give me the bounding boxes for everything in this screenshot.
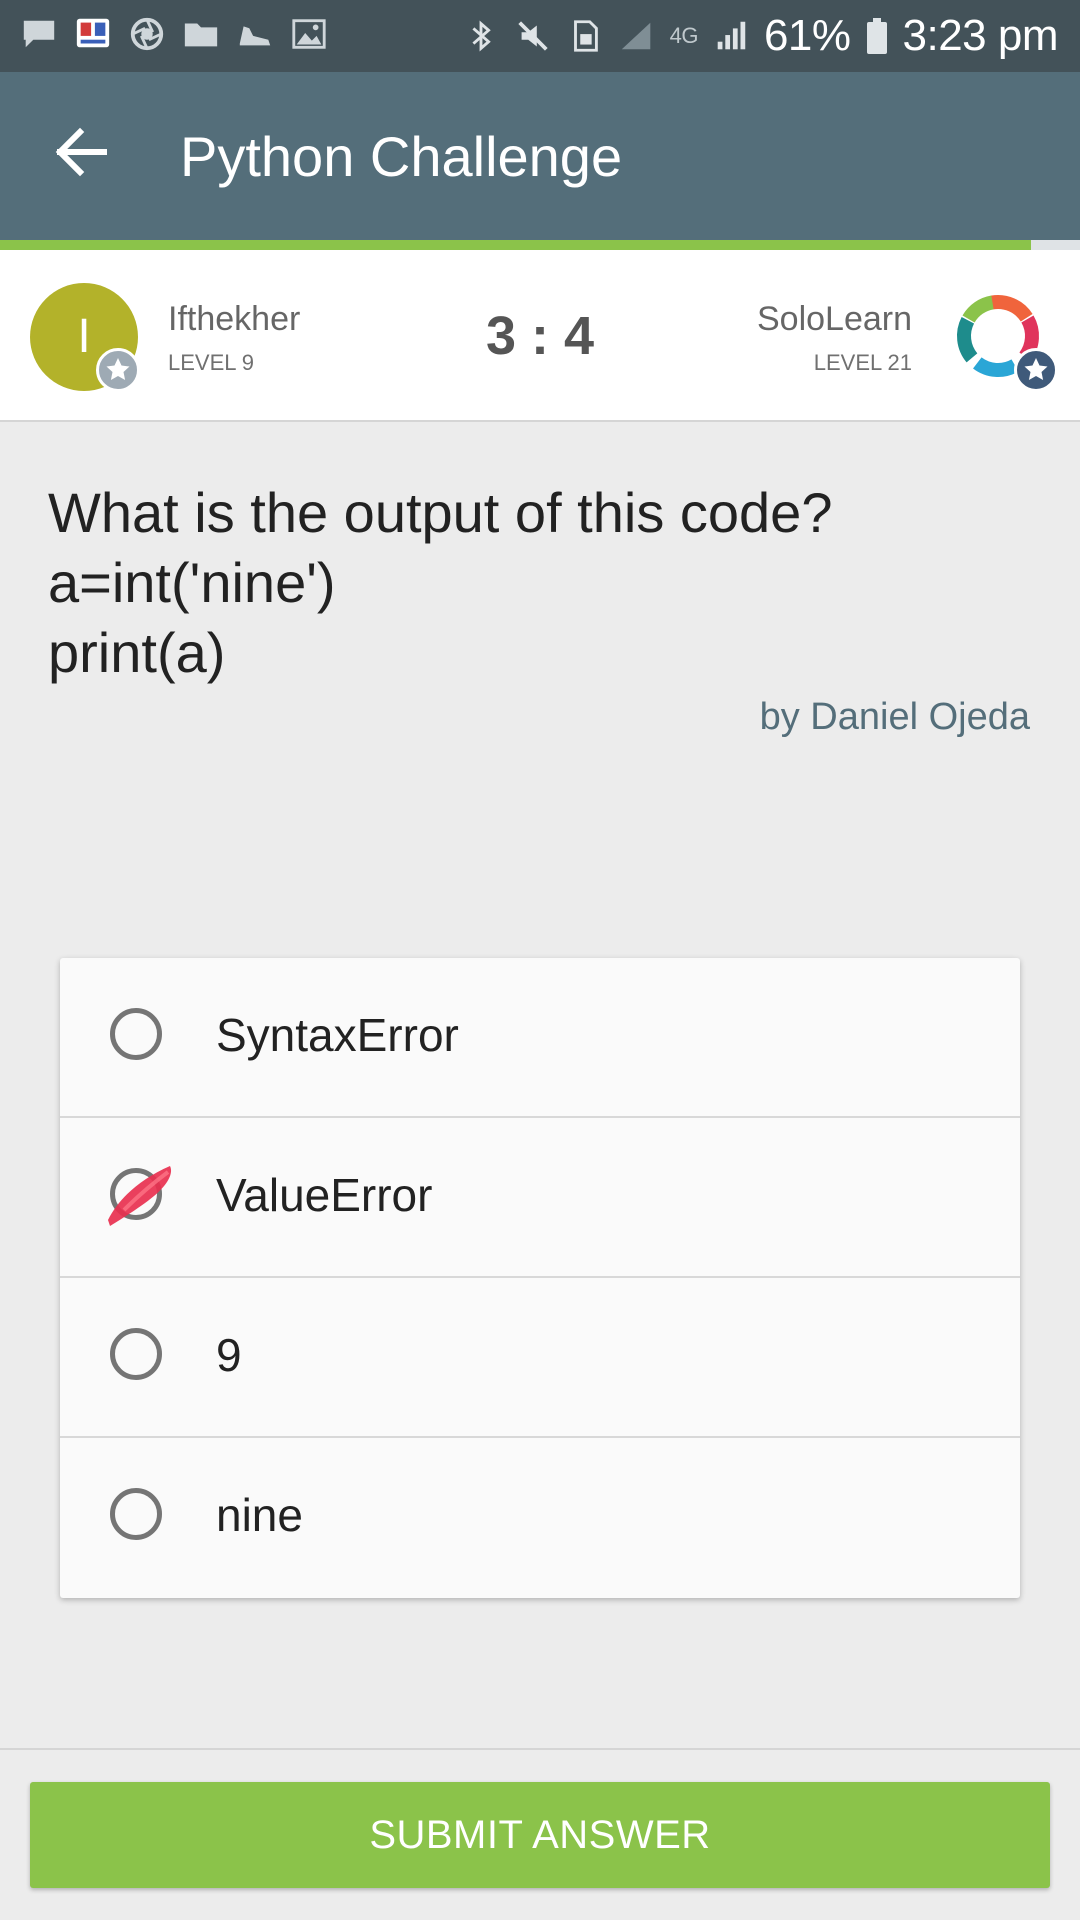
- answer-option-selected[interactable]: ValueError: [60, 1118, 1020, 1278]
- status-bar: 4G 61% 3:23 pm: [0, 0, 1080, 72]
- aperture-icon: [130, 17, 164, 51]
- battery-icon: [866, 18, 887, 54]
- answer-label: 9: [216, 1329, 242, 1381]
- radio-button[interactable]: [110, 1488, 162, 1540]
- players-panel: I Ifthekher LEVEL 9 3 : 4 SoloLearn LEVE…: [0, 250, 1080, 422]
- question-code-line: print(a): [48, 621, 226, 684]
- question-author: by Daniel Ojeda: [759, 696, 1030, 738]
- app-bar: Python Challenge: [0, 72, 1080, 240]
- question-line: What is the output of this code?: [48, 481, 833, 544]
- answer-options: SyntaxError ValueError 9 nine: [60, 958, 1020, 1598]
- opponent-star-badge-icon: [1014, 348, 1058, 392]
- question-text: What is the output of this code? a=int('…: [48, 478, 1028, 688]
- app-icon: [76, 18, 110, 48]
- arrow-left-icon: [55, 127, 107, 177]
- radio-button[interactable]: [110, 1328, 162, 1380]
- bluetooth-icon: [472, 20, 491, 52]
- score: 3 : 4: [485, 306, 595, 366]
- back-button[interactable]: [46, 116, 118, 188]
- opponent-name: SoloLearn: [756, 300, 912, 338]
- page-title: Python Challenge: [180, 125, 623, 188]
- sim-icon: [573, 20, 598, 52]
- answer-label: nine: [216, 1489, 303, 1541]
- answer-option[interactable]: 9: [60, 1278, 1020, 1438]
- answer-option[interactable]: nine: [60, 1438, 1020, 1598]
- answer-label: SyntaxError: [216, 1009, 459, 1061]
- signal-bars-icon: [717, 21, 746, 50]
- opponent-level: LEVEL 21: [813, 350, 912, 375]
- message-icon: [23, 20, 55, 48]
- answer-option[interactable]: SyntaxError: [60, 958, 1020, 1118]
- notification-icons: [20, 14, 328, 54]
- question-code-line: a=int('nine'): [48, 551, 336, 614]
- submit-answer-button[interactable]: SUBMIT ANSWER: [30, 1782, 1050, 1888]
- image-icon: [292, 19, 326, 49]
- divider: [0, 1748, 1080, 1750]
- system-icons: 4G 61% 3:23 pm: [462, 0, 1059, 72]
- radio-button[interactable]: [110, 1008, 162, 1060]
- folder-icon: [184, 23, 218, 47]
- shoe-icon: [239, 26, 271, 46]
- answer-label: ValueError: [216, 1169, 433, 1221]
- selected-check-icon: [108, 1166, 172, 1226]
- challenge-progress-fill: [0, 240, 1032, 250]
- challenge-progress-bar: [0, 240, 1080, 250]
- battery-percent: 61%: [763, 11, 851, 60]
- clock: 3:23 pm: [902, 11, 1059, 60]
- signal-icon: [621, 22, 650, 50]
- mute-icon: [517, 21, 548, 51]
- network-type: 4G: [669, 23, 699, 48]
